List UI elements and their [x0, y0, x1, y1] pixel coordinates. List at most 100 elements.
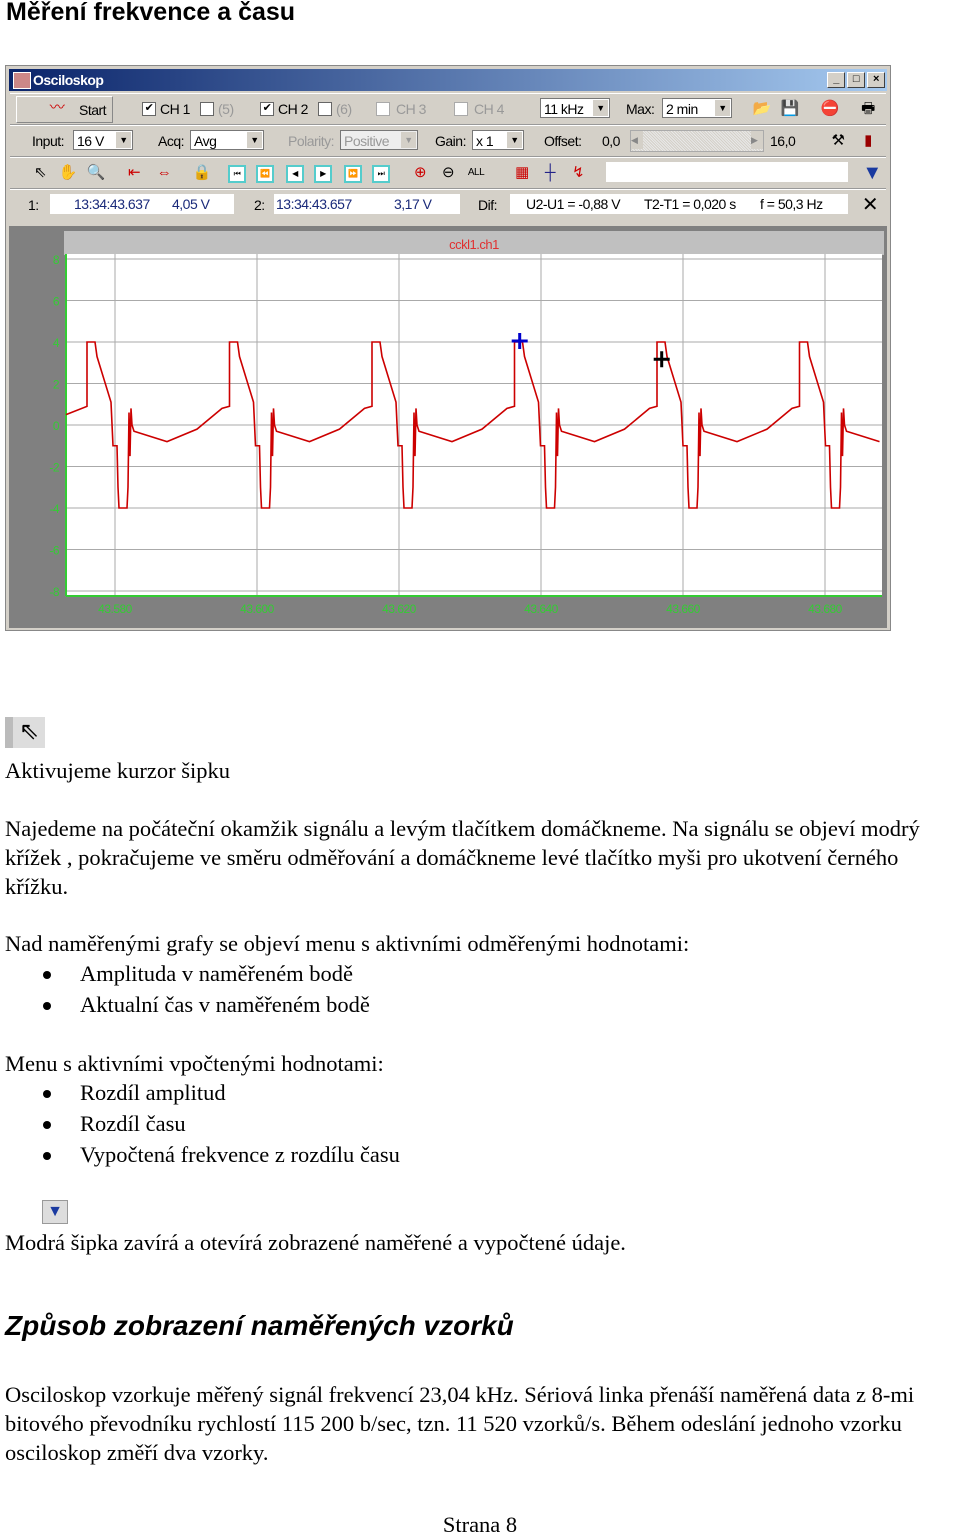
gain-select[interactable]: x 1 ▼: [472, 130, 524, 150]
paragraph: Najedeme na počáteční okamžik signálu a …: [5, 816, 920, 899]
minimize-button[interactable]: _: [827, 72, 845, 88]
stop-icon[interactable]: ⛔: [820, 99, 840, 119]
tools-icon[interactable]: ⚒: [828, 131, 848, 151]
scroll-right-icon[interactable]: ▶: [751, 131, 763, 149]
start-button[interactable]: 〰 Start: [16, 96, 113, 123]
chevron-down-icon: ▼: [247, 132, 262, 148]
toolbar-acquisition: 〰 Start ✔ CH 1 (5) ✔ CH 2 (6) CH 3 CH 4 …: [10, 93, 886, 125]
paragraph: Menu s aktivními vpočtenými hodnotami:: [5, 1051, 384, 1076]
x-tick-label: 43.680: [808, 602, 843, 616]
ch2-checkbox[interactable]: ✔: [260, 102, 274, 116]
x-tick-label: 43.600: [240, 602, 275, 616]
toolbar-input: Input: 16 V ▼ Acq: Avg ▼ Polarity: Positiv…: [10, 125, 886, 157]
polarity-select[interactable]: Positive ▼: [340, 130, 418, 150]
chevron-down-icon: ▼: [401, 132, 416, 148]
title-bar: Osciloskop _ □ ×: [9, 69, 887, 91]
forward-icon[interactable]: ▶: [314, 165, 332, 183]
offset-min: 0,0: [602, 133, 620, 149]
frequency-value: f = 50,3 Hz: [760, 196, 823, 212]
max-time-value: 2 min: [666, 101, 698, 117]
voltage-difference: U2-U1 = -0,88 V: [526, 196, 621, 212]
cursor2-label: 2:: [254, 197, 265, 213]
zoom-in-icon[interactable]: ⊕: [410, 163, 430, 183]
list-item: Amplituda v naměřeném bodě: [42, 961, 354, 986]
toggle-readout-arrow-icon[interactable]: ▼: [862, 163, 882, 183]
oscilloscope-plot[interactable]: cckl1.ch1 8 6 4 2 0 -2 -4 -6 -8 43.580 43.600 43.620…: [9, 226, 887, 628]
arrow-cursor-icon: ⇖: [5, 717, 45, 748]
cursor2-voltage: 3,17 V: [394, 196, 432, 212]
cursor1-label: 1:: [28, 197, 39, 213]
app-icon: [13, 72, 31, 89]
ch4-label: CH 4: [474, 101, 504, 117]
chevron-down-icon: ▼: [715, 100, 730, 116]
fast-forward-icon[interactable]: ⏩: [344, 165, 362, 183]
difference-readout: U2-U1 = -0,88 V T2-T1 = 0,020 s f = 50,3…: [510, 194, 848, 214]
ch1-checkbox[interactable]: ✔: [142, 102, 156, 116]
zoom-out-icon[interactable]: ⊖: [438, 163, 458, 183]
close-readout-icon[interactable]: ✕: [860, 195, 880, 215]
y-tick-label: -8: [49, 585, 59, 599]
offset-label: Offset:: [544, 133, 582, 149]
fast-back-icon[interactable]: ⏪: [256, 165, 274, 183]
cursor-both-icon[interactable]: ⇔: [154, 163, 174, 183]
x-tick-label: 43.640: [524, 602, 559, 616]
ch3-checkbox[interactable]: [376, 102, 390, 116]
page-number: Strana 8: [442, 1512, 518, 1537]
last-icon[interactable]: ⏭: [372, 165, 390, 183]
list-item: Aktualní čas v naměřeném bodě: [43, 992, 370, 1017]
device-icon[interactable]: ▮: [858, 131, 878, 151]
chevron-down-icon: ▼: [593, 100, 608, 116]
zoom-all-icon[interactable]: ALL: [466, 163, 486, 183]
polarity-value: Positive: [344, 133, 390, 149]
y-tick-label: 8: [53, 253, 60, 267]
ch4-checkbox[interactable]: [454, 102, 468, 116]
back-icon[interactable]: ◀: [286, 165, 304, 183]
lock-icon[interactable]: 🔒: [192, 163, 212, 183]
gain-value: x 1: [476, 133, 494, 149]
cursor-left-icon[interactable]: ⇤: [124, 163, 144, 183]
grid-icon[interactable]: ▦: [512, 163, 532, 183]
close-button[interactable]: ×: [867, 72, 885, 88]
input-range-select[interactable]: 16 V ▼: [73, 130, 133, 150]
y-tick-label: 2: [53, 378, 60, 392]
sample-rate-select[interactable]: 11 kHz ▼: [540, 98, 610, 118]
trace-icon[interactable]: ↯: [568, 163, 588, 183]
scroll-left-icon[interactable]: ◀: [631, 131, 643, 149]
cursor2-readout: 13:34:43.657 3,17 V: [274, 194, 460, 214]
y-tick-label: -2: [49, 461, 59, 475]
chart-icon: 〰: [49, 99, 65, 116]
crosshair-grid-icon[interactable]: ┼: [540, 163, 560, 183]
max-time-select[interactable]: 2 min ▼: [662, 98, 732, 118]
plot-title: cckl1.ch1: [449, 237, 499, 252]
offset-scrollbar[interactable]: ◀ ▶: [630, 130, 764, 152]
ch6-checkbox[interactable]: [318, 102, 332, 116]
print-icon[interactable]: 🖶: [858, 99, 878, 119]
ch5-checkbox[interactable]: [200, 102, 214, 116]
dif-label: Dif:: [478, 197, 498, 213]
chevron-down-icon: ▼: [116, 132, 131, 148]
arrow-cursor-icon[interactable]: ⇖: [30, 163, 50, 183]
info-field: [606, 162, 848, 182]
save-icon[interactable]: 💾: [780, 99, 800, 119]
chevron-down-icon: ▼: [507, 132, 522, 148]
ch6-label: (6): [336, 101, 352, 117]
first-icon[interactable]: ⏮: [228, 165, 246, 183]
y-tick-label: 4: [53, 336, 60, 350]
magnifier-icon[interactable]: 🔍: [86, 163, 106, 183]
sample-rate-value: 11 kHz: [544, 101, 584, 117]
list-item: Vypočtená frekvence z rozdílu času: [43, 1142, 400, 1167]
plot-svg: cckl1.ch1 8 6 4 2 0 -2 -4 -6 -8 43.580 43.600 43.620…: [49, 231, 884, 616]
open-folder-icon[interactable]: 📂: [752, 99, 772, 119]
acquisition-select[interactable]: Avg ▼: [190, 130, 264, 150]
page-heading: Měření frekvence a času: [6, 0, 296, 26]
ch1-label: CH 1: [160, 101, 190, 117]
y-tick-label: -4: [49, 502, 59, 516]
maximize-button[interactable]: □: [847, 72, 865, 88]
y-tick-label: 6: [53, 295, 60, 309]
offset-max: 16,0: [770, 133, 796, 149]
window-title: Osciloskop: [33, 72, 104, 88]
cursor1-readout: 13:34:43.637 4,05 V: [50, 194, 234, 214]
y-tick-label: -6: [49, 544, 59, 558]
acq-label: Acq:: [158, 133, 185, 149]
hand-icon[interactable]: ✋: [58, 163, 78, 183]
